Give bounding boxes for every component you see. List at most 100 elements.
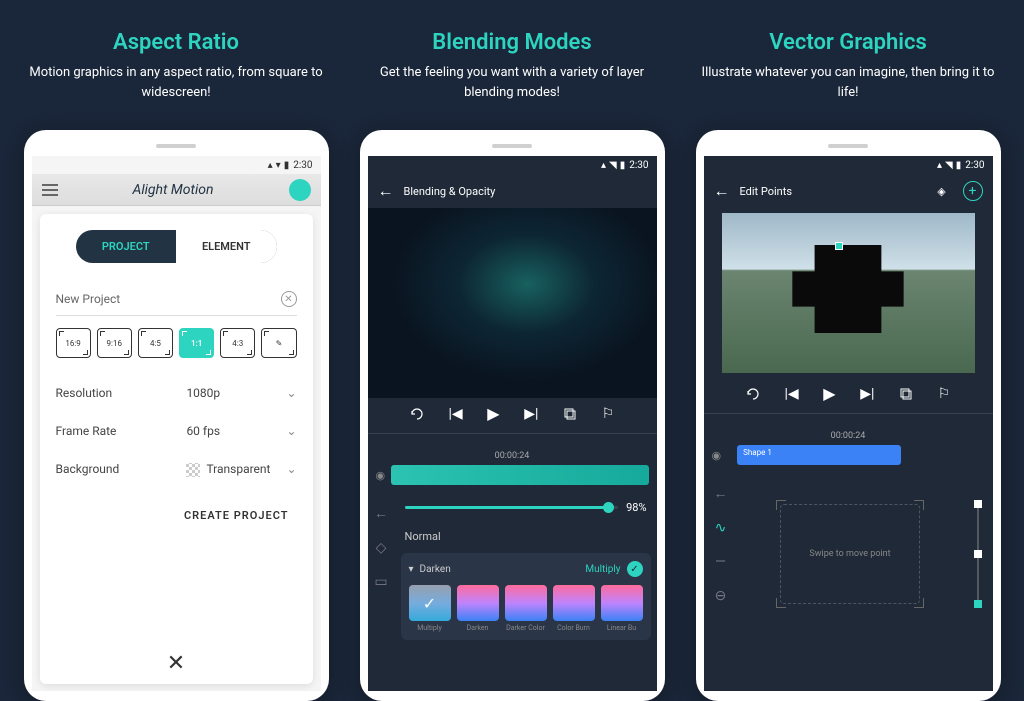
signal-icon: ▴: [268, 160, 273, 171]
opacity-slider[interactable]: 98%: [401, 497, 651, 524]
app-header: Alight Motion: [32, 174, 321, 206]
close-icon[interactable]: ✕: [167, 651, 185, 676]
timeline: 00:00:24 ◉ Shape 1: [704, 409, 993, 471]
undo-icon[interactable]: [410, 407, 424, 421]
back-arrow-icon[interactable]: ←: [714, 181, 730, 201]
visibility-icon[interactable]: ◉: [376, 469, 386, 482]
blend-thumb-linear-burn[interactable]: Linear Bu: [601, 585, 643, 632]
feature-title: Aspect Ratio: [113, 30, 239, 55]
bookmark-icon[interactable]: ⚐: [602, 406, 615, 422]
phone-screen: ▴ ▾ ▮ 2:30 Alight Motion PROJECT ELEMENT…: [32, 156, 321, 691]
resolution-label: Resolution: [56, 386, 187, 400]
blend-mode-normal[interactable]: Normal: [401, 524, 651, 549]
undo-icon[interactable]: [746, 387, 760, 401]
tab-project[interactable]: PROJECT: [76, 230, 177, 263]
timeline-clip[interactable]: [391, 465, 648, 485]
header-title: Blending & Opacity: [404, 185, 496, 198]
background-value: Transparent: [186, 462, 286, 477]
background-row[interactable]: Background Transparent ⌄: [56, 450, 297, 489]
time-ruler[interactable]: [704, 413, 993, 429]
blend-thumb-multiply[interactable]: Multiply: [409, 585, 451, 632]
bezier-handle-icon[interactable]: [968, 494, 988, 614]
back-icon[interactable]: ←: [714, 485, 728, 502]
project-name-row: New Project ✕: [56, 283, 297, 316]
slider-fill: [405, 506, 614, 509]
play-icon[interactable]: ▶: [487, 404, 499, 423]
back-icon[interactable]: ←: [374, 505, 388, 522]
bookmark-icon[interactable]: ⚐: [938, 386, 951, 402]
time-ruler[interactable]: [368, 433, 657, 449]
timeline: 00:00:24 ◉: [368, 429, 657, 491]
blend-group-darken: ▾ Darken Multiply ✓ Multiply Darken Dark…: [401, 553, 651, 640]
edit-points-panel: ← ∿ — ⊖ Swipe to move point: [704, 471, 993, 636]
blend-thumb-color-burn[interactable]: Color Burn: [553, 585, 595, 632]
phone-frame: ▴ ◥ ▮ 2:30 ← Edit Points ◈ + |◀: [696, 130, 1001, 701]
phone-screen: ▴ ◥ ▮ 2:30 ← Blending & Opacity |◀ ▶ ▶| …: [368, 156, 657, 691]
frame-icon[interactable]: ▭: [374, 574, 387, 590]
tab-element[interactable]: ELEMENT: [176, 230, 277, 263]
play-icon[interactable]: ▶: [823, 384, 835, 403]
clear-icon[interactable]: ✕: [281, 291, 297, 307]
prev-frame-icon[interactable]: |◀: [784, 386, 798, 402]
status-time: 2:30: [629, 160, 648, 171]
phone-speaker: [492, 144, 532, 148]
opacity-value: 98%: [626, 501, 646, 514]
diamond-icon[interactable]: ◈: [933, 182, 951, 200]
framerate-value: 60 fps: [186, 424, 286, 438]
vector-shape[interactable]: [792, 245, 903, 333]
aspect-ratio-row: 16:9 9:16 4:5 1:1 4:3 ✎: [56, 328, 297, 358]
status-time: 2:30: [965, 160, 984, 171]
chevron-down-icon: ⌄: [286, 424, 296, 438]
side-toolbar: ← ◇ ▭: [368, 491, 395, 656]
curve-icon[interactable]: ∿: [715, 520, 727, 536]
slider-thumb[interactable]: [603, 502, 614, 513]
layers-icon[interactable]: [899, 387, 913, 401]
side-toolbar: ← ∿ — ⊖: [704, 471, 738, 636]
slider-track[interactable]: [405, 506, 619, 509]
phone-speaker: [156, 144, 196, 148]
vector-handle[interactable]: [835, 242, 843, 250]
framerate-row[interactable]: Frame Rate 60 fps ⌄: [56, 412, 297, 450]
move-point-area[interactable]: Swipe to move point: [738, 471, 963, 636]
feature-title: Vector Graphics: [769, 30, 927, 55]
line-icon[interactable]: —: [715, 554, 726, 570]
next-frame-icon[interactable]: ▶|: [860, 386, 874, 402]
ratio-16-9[interactable]: 16:9: [56, 328, 91, 358]
ratio-9-16[interactable]: 9:16: [97, 328, 132, 358]
minus-circle-icon[interactable]: ⊖: [715, 588, 727, 604]
editor-header: ← Blending & Opacity: [368, 174, 657, 208]
battery-icon: ▮: [620, 160, 626, 171]
blend-thumb-darken[interactable]: Darken: [457, 585, 499, 632]
visibility-icon[interactable]: ◉: [712, 449, 722, 462]
blend-group-header[interactable]: ▾ Darken Multiply ✓: [409, 561, 643, 577]
phone-speaker: [828, 144, 868, 148]
track-row: ◉ Shape 1: [704, 443, 993, 467]
back-arrow-icon[interactable]: ←: [378, 181, 394, 201]
vector-preview[interactable]: [722, 213, 975, 373]
prev-frame-icon[interactable]: |◀: [448, 406, 462, 422]
move-point-frame[interactable]: Swipe to move point: [780, 504, 920, 604]
time-code: 00:00:24: [368, 449, 657, 463]
hamburger-icon[interactable]: [42, 184, 58, 196]
timeline-clip[interactable]: Shape 1: [737, 445, 901, 465]
layers-icon[interactable]: [563, 407, 577, 421]
avatar[interactable]: [289, 179, 311, 201]
signal-icon: ▴: [937, 160, 942, 171]
feature-blending-modes: Blending Modes Get the feeling you want …: [352, 0, 672, 683]
ratio-4-3[interactable]: 4:3: [220, 328, 255, 358]
checker-icon: [186, 463, 200, 477]
ratio-custom[interactable]: ✎: [261, 328, 296, 358]
project-name-input[interactable]: New Project: [56, 292, 281, 306]
video-preview[interactable]: [368, 208, 657, 398]
create-project-button[interactable]: CREATE PROJECT: [56, 489, 297, 542]
feature-description: Illustrate whatever you can imagine, the…: [688, 63, 1008, 102]
background-label: Background: [56, 462, 187, 476]
ratio-4-5[interactable]: 4:5: [138, 328, 173, 358]
diamond-icon[interactable]: ◇: [376, 540, 387, 556]
add-icon[interactable]: +: [963, 181, 983, 201]
blend-thumb-darker-color[interactable]: Darker Color: [505, 585, 547, 632]
ratio-1-1[interactable]: 1:1: [179, 328, 214, 358]
feature-description: Motion graphics in any aspect ratio, fro…: [16, 63, 336, 102]
resolution-row[interactable]: Resolution 1080p ⌄: [56, 374, 297, 412]
next-frame-icon[interactable]: ▶|: [524, 406, 538, 422]
